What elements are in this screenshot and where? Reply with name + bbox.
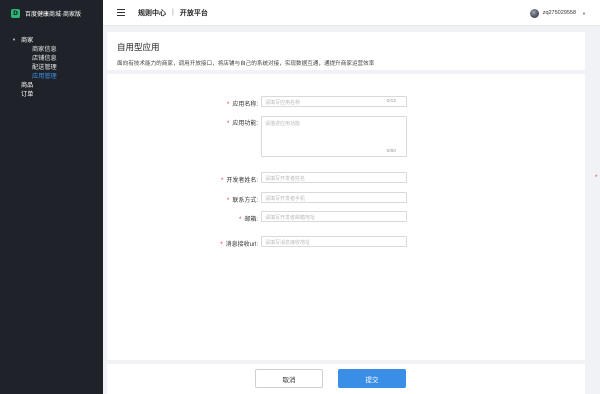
sidebar-item-merchant-info[interactable]: 商家信息 (0, 44, 103, 53)
sidebar-group-orders[interactable]: 订单 (0, 89, 103, 98)
title-separator: | (172, 9, 174, 16)
developer-name-label: * 开发者姓名: (220, 178, 258, 184)
app-name-counter: 0/12 (386, 99, 396, 104)
menu-icon[interactable] (117, 9, 125, 16)
user-menu[interactable]: zq275029558 ▼ (529, 0, 586, 26)
sidebar-item-store-info[interactable]: 店铺信息 (0, 53, 103, 62)
brand-name: 百度健康商城·商家版 (25, 11, 81, 18)
caret-down-icon: ▼ (12, 37, 16, 42)
page-heading: 自用型应用 面向有技术能力的商家，调用开放接口，将店铺与自己的系统对接，实现数据… (107, 32, 585, 70)
nav-open-platform[interactable]: 开放平台 (180, 8, 208, 18)
app-function-counter: 0/60 (386, 149, 396, 154)
brand-logo-icon: D (11, 8, 20, 18)
app-name-label: * 应用名称: (226, 102, 258, 108)
page-title: 自用型应用 (117, 42, 160, 52)
required-mark: * (595, 175, 598, 181)
nav-rule-center[interactable]: 规则中心 (138, 8, 166, 18)
sidebar-item-delivery[interactable]: 配送管理 (0, 62, 103, 71)
brand[interactable]: D 百度健康商城·商家版 (0, 0, 103, 26)
avatar (529, 8, 539, 18)
contact-label: * 联系方式: (226, 198, 258, 204)
sidebar-menu: ▼ 商家 商家信息 店铺信息 配送管理 应用管理 商品 订单 (0, 26, 103, 98)
app-function-label: * 应用功能: (226, 121, 258, 127)
app-function-textarea[interactable]: 请描述应用功能 0/60 (261, 116, 407, 157)
chevron-down-icon: ▼ (582, 10, 586, 16)
submit-button[interactable]: 提交 (338, 369, 406, 388)
app-form: * 应用名称: 请填写应用名称 0/12 * 应用功能: 请描述应用功能 0/60 … (107, 74, 585, 360)
message-url-input[interactable]: 请填写消息接收地址 (261, 236, 407, 247)
form-footer: 取消 提交 (107, 364, 585, 394)
sidebar-item-app-management[interactable]: 应用管理 (0, 71, 103, 80)
message-url-label: * 消息接收url: (220, 242, 258, 248)
developer-name-input[interactable]: 请填写开发者姓名 (261, 172, 407, 183)
app-name-input[interactable]: 请填写应用名称 0/12 (261, 96, 407, 107)
page-description: 面向有技术能力的商家，调用开放接口，将店铺与自己的系统对接，实现数据互通，通提升… (117, 61, 375, 67)
sidebar-group-merchant[interactable]: ▼ 商家 (0, 35, 103, 44)
email-input[interactable]: 请填写开发者邮箱地址 (261, 211, 407, 222)
cancel-button[interactable]: 取消 (255, 369, 323, 388)
sidebar-group-label: 商家 (21, 37, 34, 44)
username: zq275029558 (542, 10, 577, 16)
contact-input[interactable]: 请填写开发者手机 (261, 192, 407, 203)
email-label: * 邮箱: (238, 217, 258, 223)
sidebar: D 百度健康商城·商家版 ▼ 商家 商家信息 店铺信息 配送管理 应用管理 商品… (0, 0, 103, 394)
top-header: 规则中心 | 开放平台 zq275029558 ▼ (103, 0, 600, 26)
sidebar-group-products[interactable]: 商品 (0, 80, 103, 89)
